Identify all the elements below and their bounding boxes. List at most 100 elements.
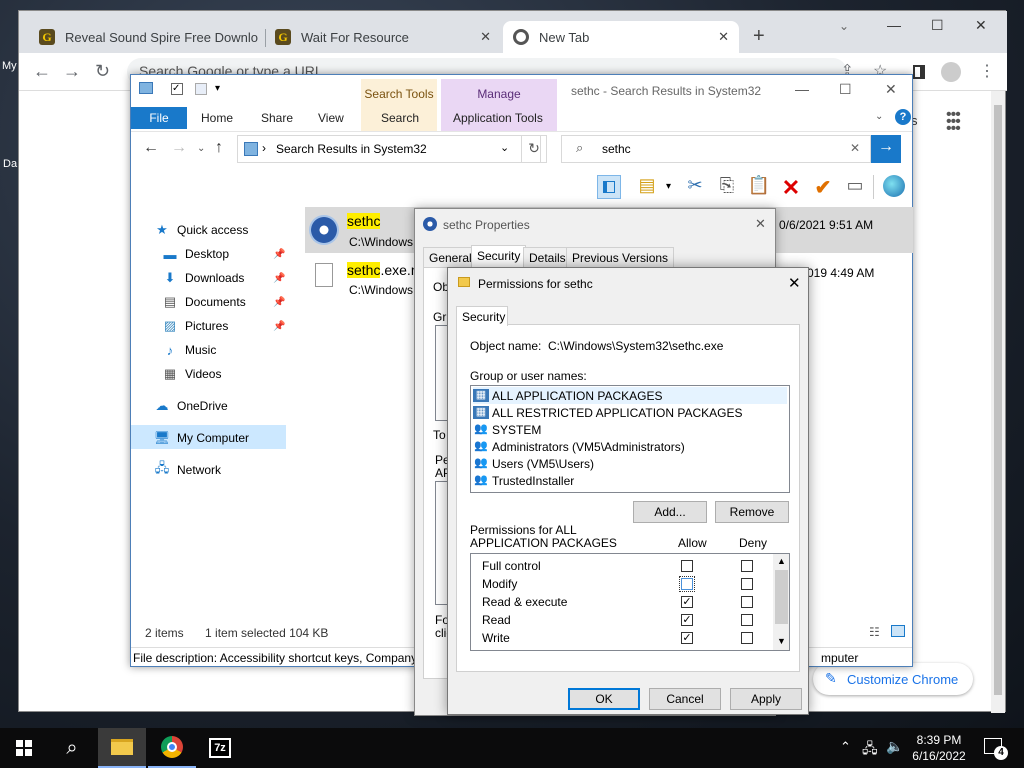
desktop-icon-label[interactable]: My <box>2 60 17 72</box>
search-icon[interactable]: ⌕ <box>48 728 96 768</box>
ribbon-tab-search[interactable]: Search <box>381 111 419 125</box>
new-tab-icon[interactable]: + <box>753 25 765 48</box>
network-icon[interactable]: 🖧 <box>862 738 878 762</box>
customize-chrome-button[interactable]: ✎ Customize Chrome <box>813 663 973 695</box>
taskbar-chrome[interactable] <box>148 728 196 768</box>
view-options-icon[interactable]: ▤ <box>635 175 659 199</box>
allow-checkbox-checked[interactable]: ✓ <box>681 596 693 608</box>
user-row[interactable]: 👥 Administrators (VM5\Administrators) <box>473 438 787 455</box>
close-icon[interactable]: ✕ <box>480 29 491 45</box>
delete-icon[interactable]: ✕ <box>779 175 803 200</box>
up-icon[interactable]: ↑ <box>215 139 223 157</box>
side-panel-icon[interactable] <box>913 65 925 79</box>
details-view-icon[interactable]: ☷ <box>869 625 880 639</box>
pin-icon[interactable]: 📌 <box>273 249 285 260</box>
rename-icon[interactable]: ▭ <box>843 175 867 199</box>
close-icon[interactable]: ✕ <box>718 29 729 45</box>
expand-ribbon-icon[interactable]: ⌄ <box>875 111 883 122</box>
search-go-button[interactable]: → <box>871 135 901 163</box>
tab-details[interactable]: Details <box>523 247 572 268</box>
ok-button[interactable]: OK <box>568 688 640 710</box>
ribbon-tab-view[interactable]: View <box>318 111 344 125</box>
deny-checkbox[interactable] <box>741 596 753 608</box>
maximize-icon[interactable]: ☐ <box>931 17 944 34</box>
large-icons-view-icon[interactable] <box>891 625 905 637</box>
nav-item-downloads[interactable]: ⬇ Downloads 📌 <box>161 267 286 289</box>
cancel-button[interactable]: Cancel <box>649 688 721 710</box>
allow-checkbox-checked[interactable]: ✓ <box>681 614 693 626</box>
help-icon[interactable]: ? <box>895 109 911 125</box>
nav-item-my-computer[interactable]: 🖥 My Computer <box>153 427 249 449</box>
more-menu-icon[interactable]: ⋮ <box>979 61 995 81</box>
user-list[interactable]: ▦ ALL APPLICATION PACKAGES ▦ ALL RESTRICTE… <box>470 385 790 493</box>
user-row[interactable]: 👥 TrustedInstaller <box>473 472 787 489</box>
tab-security[interactable]: Security <box>471 245 527 268</box>
nav-item-quick-access[interactable]: ★ Quick access <box>153 219 248 241</box>
profile-avatar[interactable] <box>941 62 961 82</box>
ribbon-tab-application-tools[interactable]: Application Tools <box>453 111 543 125</box>
nav-item-desktop[interactable]: ▬ Desktop 📌 <box>161 243 286 265</box>
close-icon[interactable]: ✕ <box>755 216 766 232</box>
apps-grid-icon[interactable]: ••• ••• ••• <box>946 107 961 137</box>
scroll-up-icon[interactable]: ▲ <box>777 556 786 566</box>
forward-icon[interactable]: → <box>63 61 81 82</box>
pin-icon[interactable]: 📌 <box>273 273 285 284</box>
desktop-icon-label[interactable]: Da <box>3 158 17 170</box>
minimize-icon[interactable]: — <box>887 17 901 33</box>
nav-item-music[interactable]: ♪ Music <box>161 339 217 361</box>
nav-item-videos[interactable]: ▦ Videos <box>161 363 222 385</box>
taskbar-clock[interactable]: 8:39 PM 6/16/2022 <box>904 732 974 764</box>
file-name[interactable]: sethc.exe.m <box>347 262 422 278</box>
ribbon-tab-share[interactable]: Share <box>261 111 293 125</box>
minimize-icon[interactable]: — <box>795 81 809 97</box>
pin-icon[interactable]: 📌 <box>273 321 285 332</box>
close-icon[interactable]: ✕ <box>975 17 987 34</box>
maximize-icon[interactable]: ☐ <box>839 81 852 98</box>
allow-checkbox-checked[interactable]: ✓ <box>681 632 693 644</box>
back-icon[interactable]: ← <box>33 61 51 82</box>
reload-icon[interactable]: ↻ <box>95 61 110 82</box>
add-button[interactable]: Add... <box>633 501 707 523</box>
nav-item-onedrive[interactable]: ☁ OneDrive <box>153 395 228 417</box>
forward-icon[interactable]: → <box>171 139 187 157</box>
new-folder-quick-icon[interactable] <box>195 83 207 95</box>
allow-checkbox[interactable] <box>681 560 693 572</box>
taskbar-file-explorer[interactable] <box>98 728 146 768</box>
refresh-button[interactable]: ↻ <box>521 135 547 163</box>
copy-icon[interactable]: ⎘ <box>715 175 739 199</box>
clear-search-icon[interactable]: ✕ <box>850 141 860 155</box>
chrome-tab-active[interactable]: New Tab ✕ <box>503 21 739 53</box>
paste-icon[interactable]: 📋 <box>747 175 771 199</box>
nav-item-pictures[interactable]: ▨ Pictures 📌 <box>161 315 286 337</box>
ribbon-tab-home[interactable]: Home <box>201 111 233 125</box>
deny-checkbox[interactable] <box>741 614 753 626</box>
user-row[interactable]: 👥 Users (VM5\Users) <box>473 455 787 472</box>
chevron-down-icon[interactable]: ▾ <box>666 181 671 192</box>
user-row-selected[interactable]: ▦ ALL APPLICATION PACKAGES <box>473 387 787 404</box>
taskbar-7zip[interactable]: 7z <box>196 728 244 768</box>
nav-item-documents[interactable]: ▤ Documents 📌 <box>161 291 286 313</box>
user-row[interactable]: 👥 SYSTEM <box>473 421 787 438</box>
globe-icon[interactable] <box>883 175 905 197</box>
allow-checkbox[interactable] <box>679 576 695 592</box>
tray-overflow-icon[interactable]: ⌃ <box>840 739 851 755</box>
close-icon[interactable]: ✕ <box>885 81 897 98</box>
tab-search-icon[interactable]: ⌄ <box>839 19 849 33</box>
remove-button[interactable]: Remove <box>715 501 789 523</box>
scrollbar-thumb[interactable] <box>994 105 1002 695</box>
search-input[interactable]: ⌕ sethc ✕ <box>561 135 871 163</box>
back-icon[interactable]: ← <box>143 139 159 157</box>
address-bar[interactable]: › Search Results in System32 ⌄ <box>237 135 541 163</box>
chrome-scrollbar[interactable] <box>991 91 1005 713</box>
chevron-down-icon[interactable]: ⌄ <box>500 141 509 154</box>
ribbon-tab-file[interactable]: File <box>131 107 187 129</box>
tab-general[interactable]: General <box>423 247 478 268</box>
deny-checkbox[interactable] <box>741 578 753 590</box>
chrome-tab[interactable]: G Reveal Sound Spire Free Downlo <box>27 21 265 53</box>
properties-quick-icon[interactable]: ✓ <box>171 83 183 95</box>
volume-icon[interactable]: 🔈 <box>886 738 903 755</box>
customize-quick-access-icon[interactable]: ▾ <box>215 83 220 94</box>
preview-pane-icon[interactable] <box>597 175 621 199</box>
deny-checkbox[interactable] <box>741 560 753 572</box>
chrome-tab[interactable]: G Wait For Resource ✕ <box>267 21 501 53</box>
